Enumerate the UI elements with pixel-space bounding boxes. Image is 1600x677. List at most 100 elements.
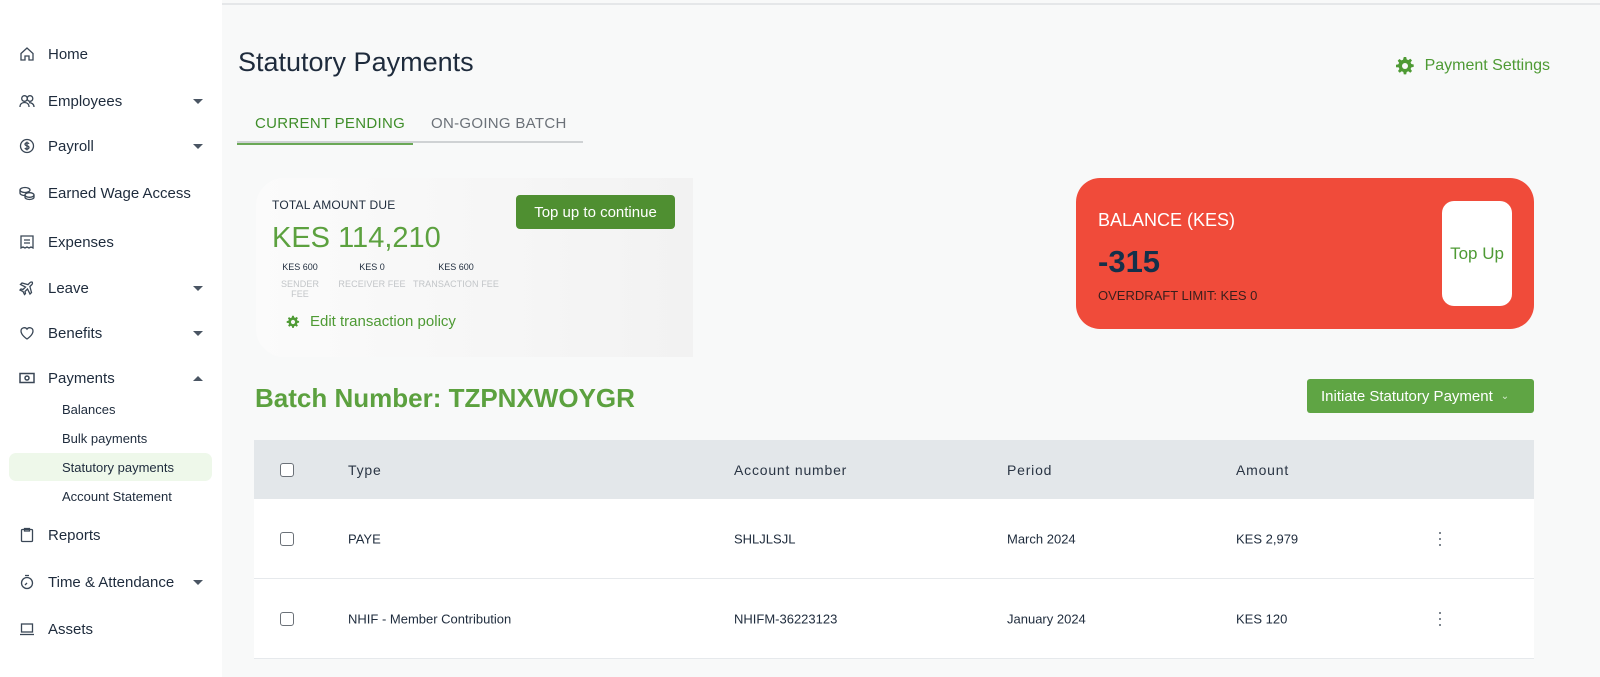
sidebar-item-expenses[interactable]: Expenses [0, 226, 222, 258]
sidebar-subitem-statutory-payments[interactable]: Statutory payments [9, 453, 212, 481]
receipt-icon [18, 233, 36, 251]
caret-down-icon [193, 330, 203, 336]
top-divider [222, 3, 1600, 5]
sidebar-item-leave[interactable]: Leave [0, 272, 222, 304]
caret-down-icon [193, 143, 203, 149]
sidebar-subitem-label: Balances [62, 401, 116, 417]
receiver-fee: KES 0 RECEIVER FEE [336, 262, 408, 289]
row-actions-kebab-icon[interactable] [1434, 610, 1446, 628]
gear-icon [1395, 57, 1414, 75]
sidebar-subitem-label: Bulk payments [62, 430, 148, 446]
row-account-number: NHIFM-36223123 [734, 611, 838, 626]
tab-bar: CURRENT PENDING ON-GOING BATCH [237, 103, 583, 145]
balance-card: BALANCE (KES) -315 OVERDRAFT LIMIT: KES … [1076, 178, 1534, 329]
sidebar-item-label: Employees [48, 92, 123, 110]
sidebar-item-label: Assets [48, 620, 94, 638]
sidebar-item-employees[interactable]: Employees [0, 85, 222, 117]
sidebar-item-label: Reports [48, 526, 101, 544]
transaction-fee-value: KES 600 [438, 262, 474, 272]
sidebar-item-earned-wage-access[interactable]: Earned Wage Access [0, 177, 222, 209]
home-icon [18, 45, 36, 63]
sender-fee-label: SENDER FEE [280, 279, 320, 299]
sidebar: Home Employees Payroll Earned Wage Acces… [0, 0, 222, 677]
sender-fee: KES 600 SENDER FEE [272, 262, 328, 299]
total-due-label: TOTAL AMOUNT DUE [272, 198, 396, 212]
sidebar-subitem-label: Account Statement [62, 488, 172, 504]
tab-current-pending[interactable]: CURRENT PENDING [237, 103, 413, 145]
statutory-payments-table: Type Account number Period Amount PAYE S… [254, 440, 1534, 659]
column-header-account-number: Account number [734, 461, 848, 478]
table-row: NHIF - Member Contribution NHIFM-3622312… [254, 579, 1534, 659]
row-amount: KES 2,979 [1236, 531, 1299, 546]
sidebar-item-label: Home [48, 45, 89, 63]
table-row: PAYE SHLJLSJL March 2024 KES 2,979 [254, 499, 1534, 579]
gear-icon [286, 315, 300, 328]
sidebar-item-benefits[interactable]: Benefits [0, 317, 222, 349]
page-title: Statutory Payments [238, 47, 474, 77]
select-all-checkbox[interactable] [280, 462, 294, 477]
table-header: Type Account number Period Amount [254, 440, 1534, 499]
balance-value: -315 [1098, 244, 1161, 279]
sender-fee-value: KES 600 [282, 262, 318, 272]
sidebar-subitem-balances[interactable]: Balances [9, 395, 212, 423]
total-due-amount: KES 114,210 [272, 222, 441, 254]
sidebar-item-assets[interactable]: Assets [0, 613, 222, 645]
row-checkbox[interactable] [280, 531, 294, 546]
sidebar-item-label: Payments [48, 369, 115, 387]
caret-down-icon [193, 98, 203, 104]
balance-label: BALANCE (KES) [1098, 210, 1236, 230]
stopwatch-icon [18, 573, 36, 591]
sidebar-item-label: Benefits [48, 324, 103, 342]
payment-settings-label: Payment Settings [1424, 57, 1550, 74]
tab-ongoing-batch[interactable]: ON-GOING BATCH [413, 103, 567, 143]
sidebar-item-payroll[interactable]: Payroll [0, 130, 222, 162]
sidebar-subitem-bulk-payments[interactable]: Bulk payments [9, 424, 212, 452]
row-amount: KES 120 [1236, 611, 1288, 626]
column-header-amount: Amount [1236, 461, 1290, 478]
edit-transaction-policy-link[interactable]: Edit transaction policy [286, 313, 456, 330]
row-account-number: SHLJLSJL [734, 531, 796, 546]
batch-number-title: Batch Number: TZPNXWOYGR [255, 383, 635, 413]
coins-icon [18, 184, 36, 202]
heart-icon [18, 324, 36, 342]
row-type: NHIF - Member Contribution [348, 611, 512, 626]
main-content: Statutory Payments Payment Settings CURR… [222, 0, 1600, 677]
sidebar-item-label: Expenses [48, 233, 114, 251]
plane-icon [18, 279, 36, 297]
sidebar-item-label: Payroll [48, 137, 94, 155]
column-header-type: Type [348, 461, 382, 478]
sidebar-item-reports[interactable]: Reports [0, 519, 222, 551]
total-due-card: TOTAL AMOUNT DUE KES 114,210 Top up to c… [256, 178, 693, 357]
sidebar-item-label: Earned Wage Access [48, 184, 191, 202]
transaction-fee: KES 600 TRANSACTION FEE [411, 262, 501, 289]
sidebar-item-payments[interactable]: Payments [0, 362, 222, 394]
caret-down-icon [193, 579, 203, 585]
chevron-down-icon: ⌄ [1500, 390, 1510, 402]
banknote-icon [18, 369, 36, 387]
row-actions-kebab-icon[interactable] [1434, 530, 1446, 548]
receiver-fee-value: KES 0 [359, 262, 385, 272]
top-up-to-continue-button[interactable]: Top up to continue [516, 195, 675, 229]
column-header-period: Period [1007, 461, 1053, 478]
sidebar-subitem-label: Statutory payments [62, 459, 174, 475]
receiver-fee-label: RECEIVER FEE [338, 279, 406, 289]
sidebar-subitem-account-statement[interactable]: Account Statement [9, 482, 212, 510]
overdraft-limit: OVERDRAFT LIMIT: KES 0 [1098, 288, 1258, 303]
payment-settings-link[interactable]: Payment Settings [1395, 56, 1550, 76]
initiate-statutory-payment-button[interactable]: Initiate Statutory Payment ⌄ [1307, 379, 1534, 413]
sidebar-item-label: Leave [48, 279, 89, 297]
transaction-fee-label: TRANSACTION FEE [412, 279, 499, 289]
laptop-icon [18, 620, 36, 638]
sidebar-item-label: Time & Attendance [48, 573, 175, 591]
edit-transaction-policy-label: Edit transaction policy [310, 313, 456, 330]
users-icon [18, 92, 36, 110]
sidebar-item-home[interactable]: Home [0, 38, 222, 70]
top-up-button[interactable]: Top Up [1442, 201, 1512, 306]
row-period: January 2024 [1007, 611, 1086, 626]
sidebar-item-time-attendance[interactable]: Time & Attendance [0, 566, 222, 598]
dollar-circle-icon [18, 137, 36, 155]
row-checkbox[interactable] [280, 611, 294, 626]
caret-up-icon [193, 375, 203, 381]
clipboard-icon [18, 526, 36, 544]
row-type: PAYE [348, 531, 381, 546]
